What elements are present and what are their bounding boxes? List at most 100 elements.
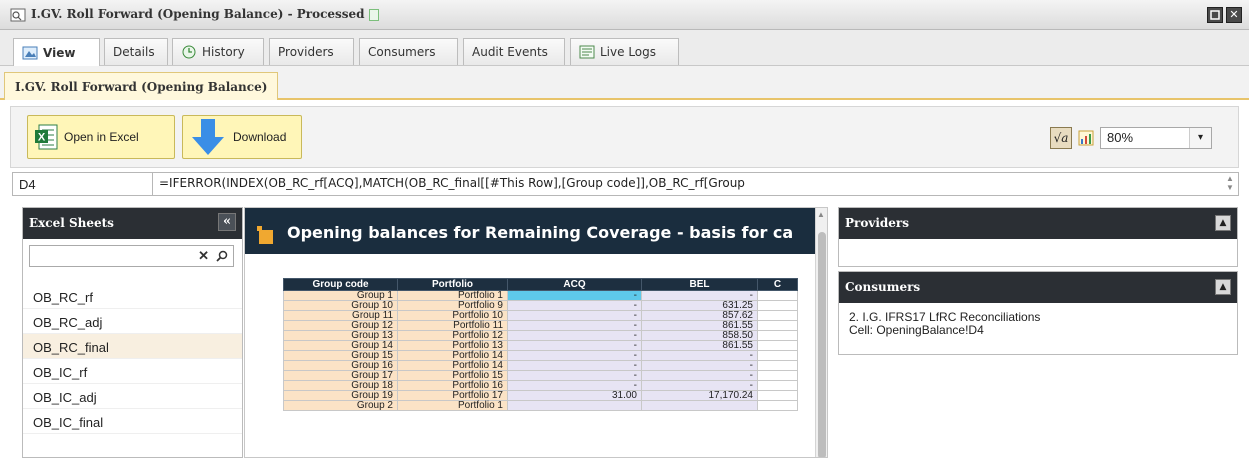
tab-audit-events[interactable]: Audit Events bbox=[463, 38, 565, 65]
cell-portfolio[interactable]: Portfolio 12 bbox=[397, 330, 508, 341]
sheet-search-input[interactable] bbox=[30, 246, 190, 266]
cell-c[interactable] bbox=[757, 370, 798, 381]
cell-c[interactable] bbox=[757, 360, 798, 371]
scroll-up-icon[interactable]: ▲ bbox=[817, 210, 825, 219]
cell-group-code[interactable]: Group 12 bbox=[283, 320, 398, 331]
cell-group-code[interactable]: Group 14 bbox=[283, 340, 398, 351]
chevron-down-icon[interactable]: ▾ bbox=[1189, 128, 1211, 148]
cell-acq[interactable]: - bbox=[507, 340, 642, 351]
cell-group-code[interactable]: Group 18 bbox=[283, 380, 398, 391]
tab-providers[interactable]: Providers bbox=[269, 38, 354, 65]
sheet-item-ob-rc-adj[interactable]: OB_RC_adj bbox=[23, 309, 242, 334]
sheet-item-ob-ic-rf[interactable]: OB_IC_rf bbox=[23, 359, 242, 384]
sheet-item-ob-rc-rf[interactable]: OB_RC_rf bbox=[23, 284, 242, 309]
cell-group-code[interactable]: Group 17 bbox=[283, 370, 398, 381]
scroll-thumb[interactable] bbox=[818, 232, 826, 457]
cell-acq[interactable]: - bbox=[507, 370, 642, 381]
cell-c[interactable] bbox=[757, 390, 798, 401]
cell-group-code[interactable]: Group 13 bbox=[283, 330, 398, 341]
cell-c[interactable] bbox=[757, 400, 798, 411]
cell-portfolio[interactable]: Portfolio 9 bbox=[397, 300, 508, 311]
cell-acq[interactable]: - bbox=[507, 300, 642, 311]
search-icon[interactable] bbox=[216, 250, 228, 262]
cell-portfolio[interactable]: Portfolio 10 bbox=[397, 310, 508, 321]
cell-portfolio[interactable]: Portfolio 1 bbox=[397, 400, 508, 411]
cell-group-code[interactable]: Group 2 bbox=[283, 400, 398, 411]
subtab-report[interactable]: I.GV. Roll Forward (Opening Balance) bbox=[4, 72, 279, 100]
collapse-up-icon[interactable]: ▲ bbox=[1215, 215, 1231, 231]
cell-c[interactable] bbox=[757, 320, 798, 331]
clear-icon[interactable]: ✕ bbox=[198, 248, 209, 264]
maximize-icon[interactable] bbox=[1207, 7, 1223, 23]
cell-portfolio[interactable]: Portfolio 16 bbox=[397, 380, 508, 391]
cell-bel[interactable]: 858.50 bbox=[641, 330, 758, 341]
cell-group-code[interactable]: Group 16 bbox=[283, 360, 398, 371]
cell-bel[interactable]: - bbox=[641, 350, 758, 361]
sheet-scrollbar[interactable]: ▲ bbox=[815, 208, 827, 457]
close-icon[interactable]: ✕ bbox=[1226, 7, 1242, 23]
cell-c[interactable] bbox=[757, 350, 798, 361]
cell-bel[interactable]: 861.55 bbox=[641, 340, 758, 351]
cell-acq[interactable]: - bbox=[507, 350, 642, 361]
collapse-icon[interactable]: « bbox=[218, 213, 236, 231]
sheet-item-ob-ic-adj[interactable]: OB_IC_adj bbox=[23, 384, 242, 409]
col-header-bel[interactable]: BEL bbox=[641, 278, 758, 291]
tab-live-logs[interactable]: Live Logs bbox=[570, 38, 679, 65]
open-in-excel-button[interactable]: X Open in Excel bbox=[27, 115, 175, 159]
cell-bel[interactable]: 861.55 bbox=[641, 320, 758, 331]
cell-c[interactable] bbox=[757, 310, 798, 321]
cell-bel[interactable] bbox=[641, 400, 758, 411]
cell-c[interactable] bbox=[757, 290, 798, 301]
cell-acq[interactable]: 31.00 bbox=[507, 390, 642, 401]
cell-c[interactable] bbox=[757, 380, 798, 391]
col-header-portfolio[interactable]: Portfolio bbox=[397, 278, 508, 291]
tab-view[interactable]: View bbox=[13, 38, 100, 66]
cell-bel[interactable]: - bbox=[641, 360, 758, 371]
cell-group-code[interactable]: Group 10 bbox=[283, 300, 398, 311]
cell-bel[interactable]: - bbox=[641, 290, 758, 301]
download-button[interactable]: Download bbox=[182, 115, 302, 159]
cell-c[interactable] bbox=[757, 340, 798, 351]
cell-group-code[interactable]: Group 1 bbox=[283, 290, 398, 301]
consumer-entry[interactable]: 2. I.G. IFRS17 LfRC Reconciliations Cell… bbox=[839, 303, 1237, 345]
cell-group-code[interactable]: Group 15 bbox=[283, 350, 398, 361]
cell-acq[interactable]: - bbox=[507, 290, 642, 301]
cell-portfolio[interactable]: Portfolio 15 bbox=[397, 370, 508, 381]
zoom-select[interactable]: 80% ▾ bbox=[1100, 127, 1212, 149]
sheet-item-ob-ic-final[interactable]: OB_IC_final bbox=[23, 409, 242, 434]
cell-acq[interactable]: - bbox=[507, 310, 642, 321]
cell-acq[interactable]: - bbox=[507, 360, 642, 371]
col-header-c[interactable]: C bbox=[757, 278, 798, 291]
cell-bel[interactable]: 17,170.24 bbox=[641, 390, 758, 401]
formula-scroll-icon[interactable]: ▲ ▼ bbox=[1224, 174, 1236, 194]
cell-acq[interactable] bbox=[507, 400, 642, 411]
col-header-group-code[interactable]: Group code bbox=[283, 278, 398, 291]
cell-portfolio[interactable]: Portfolio 13 bbox=[397, 340, 508, 351]
col-header-acq[interactable]: ACQ bbox=[507, 278, 642, 291]
cell-c[interactable] bbox=[757, 300, 798, 311]
cell-bel[interactable]: - bbox=[641, 370, 758, 381]
cell-portfolio[interactable]: Portfolio 11 bbox=[397, 320, 508, 331]
tab-consumers[interactable]: Consumers bbox=[359, 38, 458, 65]
chart-icon[interactable] bbox=[1078, 130, 1094, 146]
cell-acq[interactable]: - bbox=[507, 380, 642, 391]
cell-bel[interactable]: 857.62 bbox=[641, 310, 758, 321]
cell-portfolio[interactable]: Portfolio 14 bbox=[397, 350, 508, 361]
cell-portfolio[interactable]: Portfolio 14 bbox=[397, 360, 508, 371]
cell-portfolio[interactable]: Portfolio 17 bbox=[397, 390, 508, 401]
cell-bel[interactable]: - bbox=[641, 380, 758, 391]
cell-acq[interactable]: - bbox=[507, 320, 642, 331]
cell-reference[interactable]: D4 bbox=[13, 173, 153, 195]
sheet-item-ob-rc-final[interactable]: OB_RC_final bbox=[23, 334, 242, 359]
cell-group-code[interactable]: Group 11 bbox=[283, 310, 398, 321]
sheet-search-field[interactable]: ✕ bbox=[29, 245, 234, 267]
cell-acq[interactable]: - bbox=[507, 330, 642, 341]
tab-details[interactable]: Details bbox=[104, 38, 168, 65]
cell-group-code[interactable]: Group 19 bbox=[283, 390, 398, 401]
formula-toggle-button[interactable]: √a bbox=[1050, 127, 1072, 149]
formula-text[interactable]: =IFERROR(INDEX(OB_RC_rf[ACQ],MATCH(OB_RC… bbox=[159, 176, 1209, 190]
tab-history[interactable]: History bbox=[172, 38, 264, 65]
cell-portfolio[interactable]: Portfolio 1 bbox=[397, 290, 508, 301]
cell-bel[interactable]: 631.25 bbox=[641, 300, 758, 311]
collapse-up-icon[interactable]: ▲ bbox=[1215, 279, 1231, 295]
